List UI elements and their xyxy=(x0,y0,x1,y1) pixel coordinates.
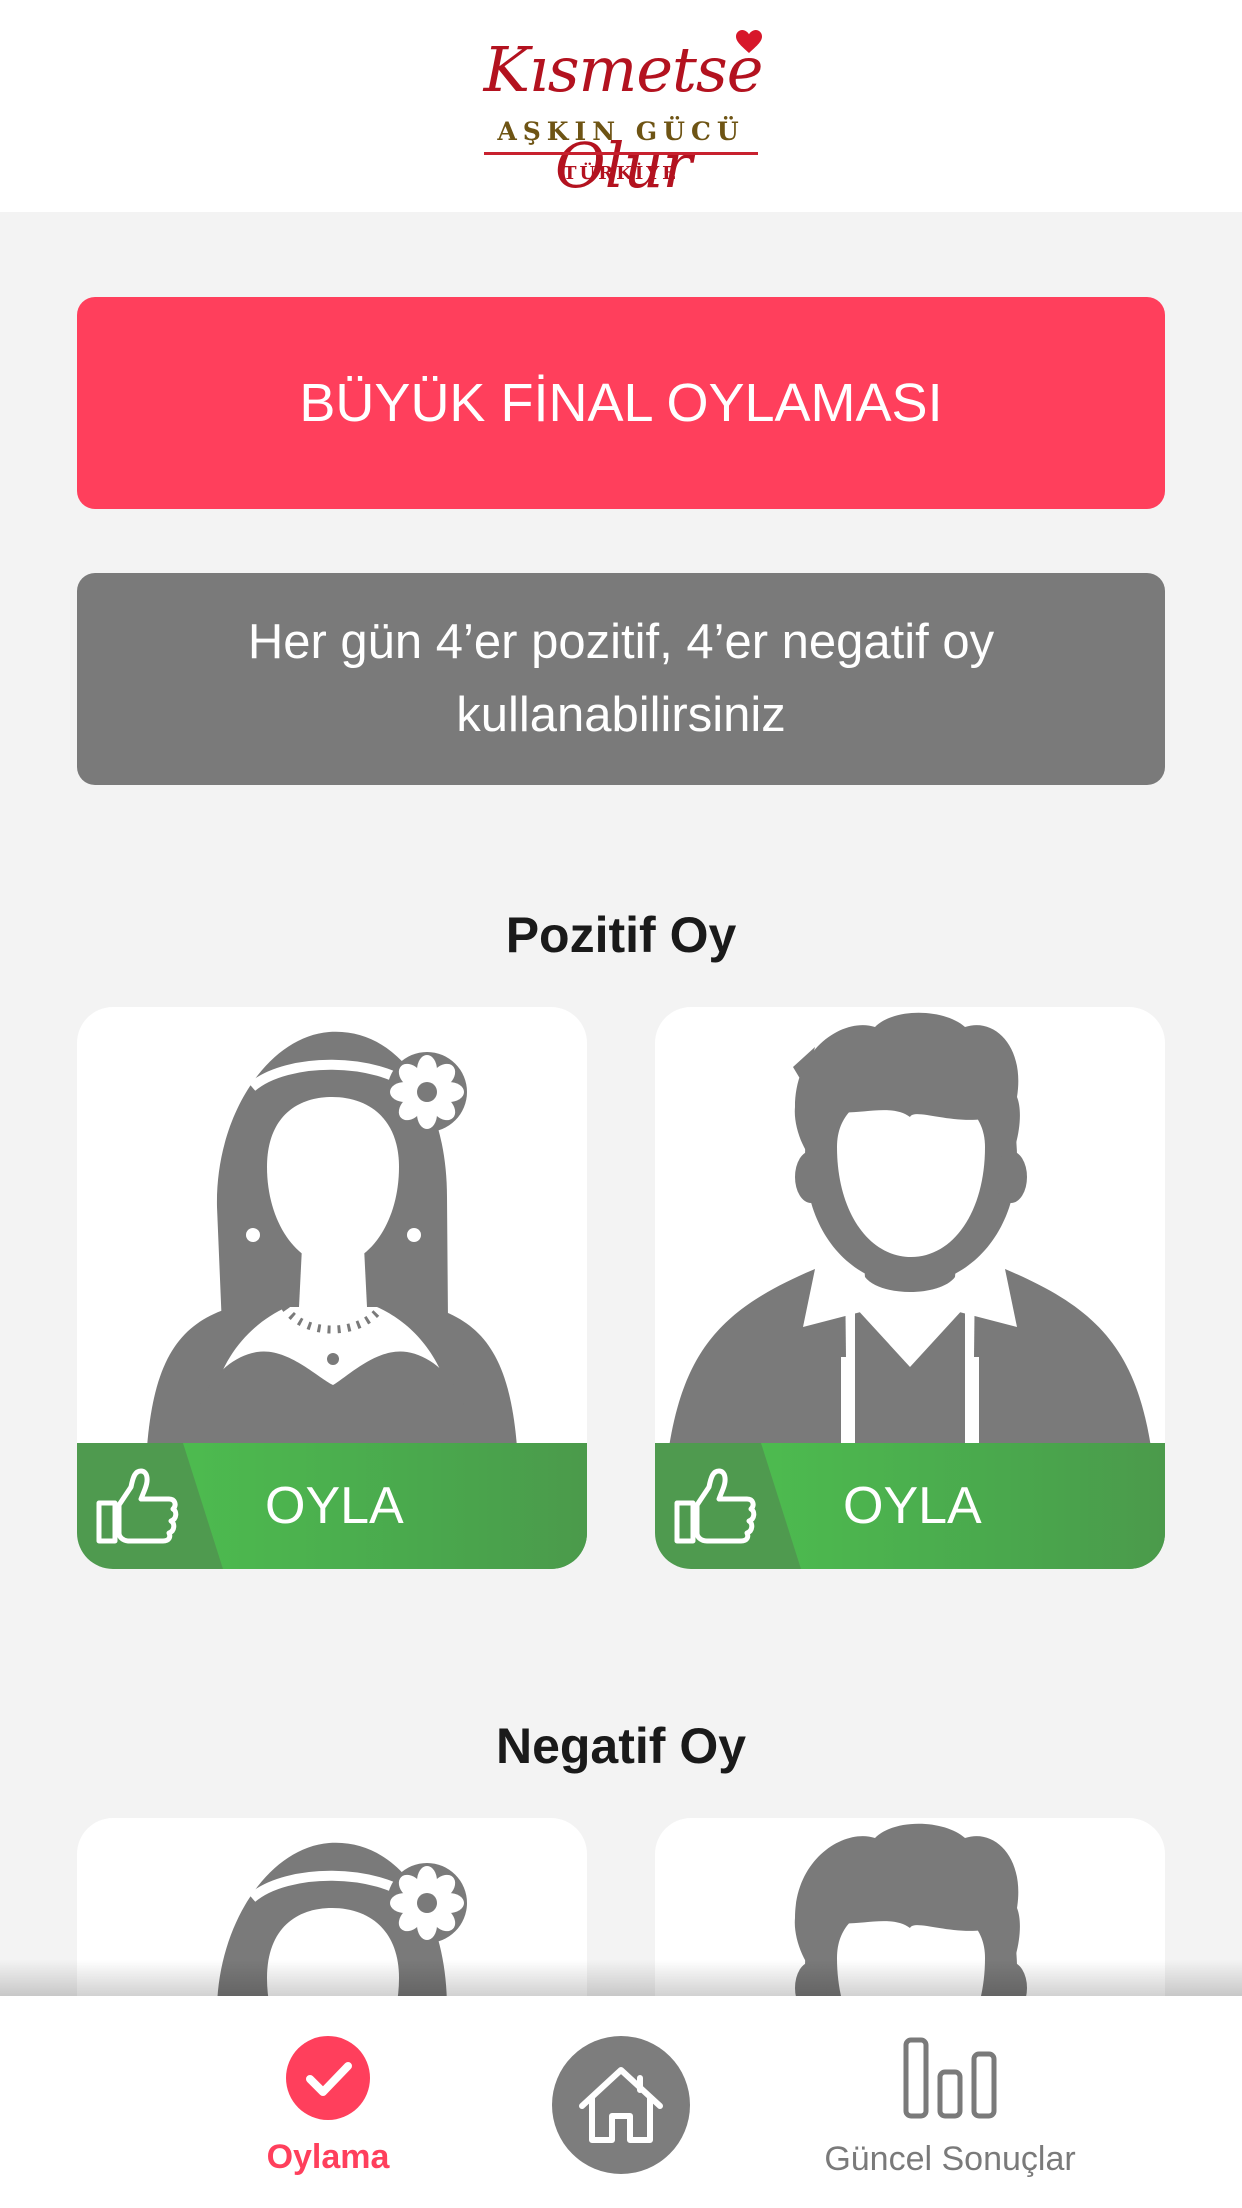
vote-info-text: Her gün 4’er pozitif, 4’er negatif oy ku… xyxy=(247,615,995,742)
tabbar-shadow xyxy=(0,1960,1242,1996)
check-icon xyxy=(286,2036,370,2120)
thumbs-up-icon xyxy=(674,1468,757,1544)
logo-divider xyxy=(484,152,758,155)
tab-current-results[interactable]: Güncel Sonuçlar xyxy=(800,1996,1100,2208)
vote-label: OYLA xyxy=(843,1477,982,1535)
vote-label: OYLA xyxy=(265,1477,404,1535)
negative-vote-title: Negatif Oy xyxy=(495,1718,747,1774)
vote-info-banner: Her gün 4’er pozitif, 4’er negatif oy ku… xyxy=(77,573,1165,785)
vote-button[interactable]: OYLA xyxy=(77,1443,587,1569)
positive-card-male[interactable]: OYLA xyxy=(655,1007,1165,1569)
logo-country: TÜRKİYE xyxy=(563,163,679,184)
vote-button[interactable]: OYLA xyxy=(655,1443,1165,1569)
tab-voting-label: Oylama xyxy=(266,2138,390,2176)
tab-home[interactable] xyxy=(552,1996,690,2208)
logo-subtitle: AŞKIN GÜCÜ xyxy=(497,117,745,146)
bar-chart-icon xyxy=(903,2037,997,2119)
home-icon xyxy=(552,2036,690,2174)
heart-icon xyxy=(736,30,762,53)
male-avatar-icon xyxy=(669,1012,1151,1447)
show-logo: Kısmetse Olur AŞKIN GÜCÜ TÜRKİYE xyxy=(470,22,772,202)
female-avatar-icon xyxy=(147,1031,517,1447)
tab-voting[interactable]: Oylama xyxy=(240,1996,416,2208)
final-vote-banner: BÜYÜK FİNAL OYLAMASI xyxy=(77,297,1165,509)
positive-vote-title: Pozitif Oy xyxy=(505,907,737,963)
tab-current-results-label: Güncel Sonuçlar xyxy=(824,2140,1076,2178)
thumbs-up-icon xyxy=(96,1468,179,1544)
bottom-tab-bar: Oylama Güncel Sonuçlar xyxy=(0,1996,1242,2208)
positive-card-female[interactable]: OYLA xyxy=(77,1007,587,1569)
final-vote-title: BÜYÜK FİNAL OYLAMASI xyxy=(299,373,943,433)
app-header: Kısmetse Olur AŞKIN GÜCÜ TÜRKİYE xyxy=(0,0,1242,212)
